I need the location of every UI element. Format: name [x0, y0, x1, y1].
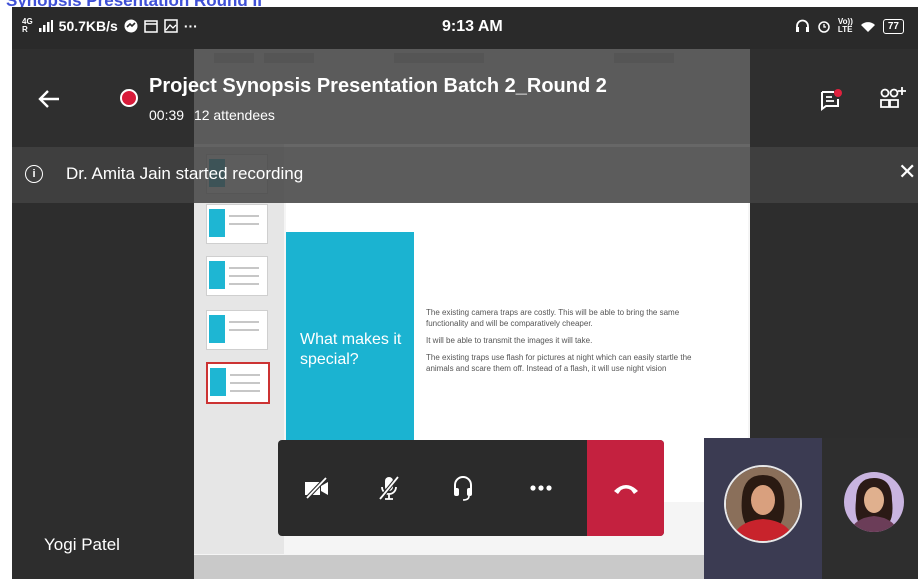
headset-icon	[795, 19, 809, 32]
more-dots-icon	[529, 485, 552, 491]
back-arrow-icon[interactable]	[38, 89, 60, 109]
hang-up-icon	[613, 485, 638, 494]
gallery-icon	[164, 19, 178, 33]
phone-screen: What makes it special? The existing came…	[12, 7, 918, 579]
wifi-icon	[860, 21, 875, 32]
volte-icon: Vo)) LTE	[838, 18, 853, 34]
notification-text: Dr. Amita Jain started recording	[66, 164, 304, 183]
status-bar: 4G R 50.7KB/s ··· 9:13 AM Vo)) LTE 77	[12, 7, 918, 49]
slide-bullet: It will be able to transmit the images i…	[426, 336, 593, 345]
mic-off-icon	[377, 475, 400, 501]
headset-icon	[453, 476, 472, 501]
more-options-button[interactable]	[510, 440, 571, 536]
slide-bullet: The existing camera traps are costly. Th…	[426, 308, 680, 328]
battery-icon: 77	[882, 18, 904, 34]
camera-off-icon	[304, 477, 328, 499]
close-notification-icon[interactable]: ✕	[898, 159, 916, 185]
volte-bottom: LTE	[837, 25, 853, 34]
recording-notification: i Dr. Amita Jain started recording ✕	[12, 147, 918, 203]
participant-avatar	[724, 465, 802, 543]
participant-tile[interactable]	[704, 438, 822, 579]
data-speed: 50.7KB/s	[58, 18, 118, 34]
mute-button[interactable]	[358, 440, 419, 536]
more-notifications-icon: ···	[183, 18, 198, 34]
meeting-elapsed-time: 00:39	[149, 107, 185, 123]
clock: 9:13 AM	[442, 18, 503, 35]
network-sub: R	[22, 25, 28, 34]
slide-bullet: The existing traps use flash for picture…	[426, 353, 692, 373]
meeting-header: Project Synopsis Presentation Batch 2_Ro…	[12, 49, 918, 147]
attendee-count[interactable]: 12 attendees	[194, 107, 275, 123]
end-call-button[interactable]	[587, 440, 664, 536]
slide-thumbnails	[194, 144, 284, 554]
network-icon: 4G R	[22, 18, 33, 34]
powerpoint-status-bar	[194, 555, 750, 579]
call-controls	[278, 440, 664, 536]
slide-heading: What makes it special?	[300, 331, 402, 368]
messenger-icon	[124, 19, 138, 33]
signal-icon	[38, 20, 53, 32]
meeting-subtitle: 00:39 12 attendees	[149, 107, 281, 123]
slide-thumb	[206, 256, 268, 296]
slide-thumb-selected	[206, 362, 270, 404]
self-participant-name: Yogi Patel	[44, 535, 120, 554]
battery-level: 77	[887, 20, 899, 32]
add-participants-icon[interactable]	[878, 85, 908, 113]
info-icon: i	[25, 165, 43, 183]
slide-bullets: The existing camera traps are costly. Th…	[426, 307, 706, 380]
camera-off-button[interactable]	[286, 440, 347, 536]
slide-thumb	[206, 204, 268, 244]
chat-icon[interactable]	[820, 89, 842, 113]
meeting-title: Project Synopsis Presentation Batch 2_Ro…	[149, 75, 607, 97]
participant-avatar	[844, 472, 904, 532]
alarm-icon	[818, 21, 830, 33]
calendar-icon	[144, 20, 158, 33]
participant-tile[interactable]	[822, 438, 918, 579]
audio-output-button[interactable]	[432, 440, 493, 536]
recording-indicator-icon	[120, 89, 138, 107]
slide-thumb	[206, 310, 268, 350]
